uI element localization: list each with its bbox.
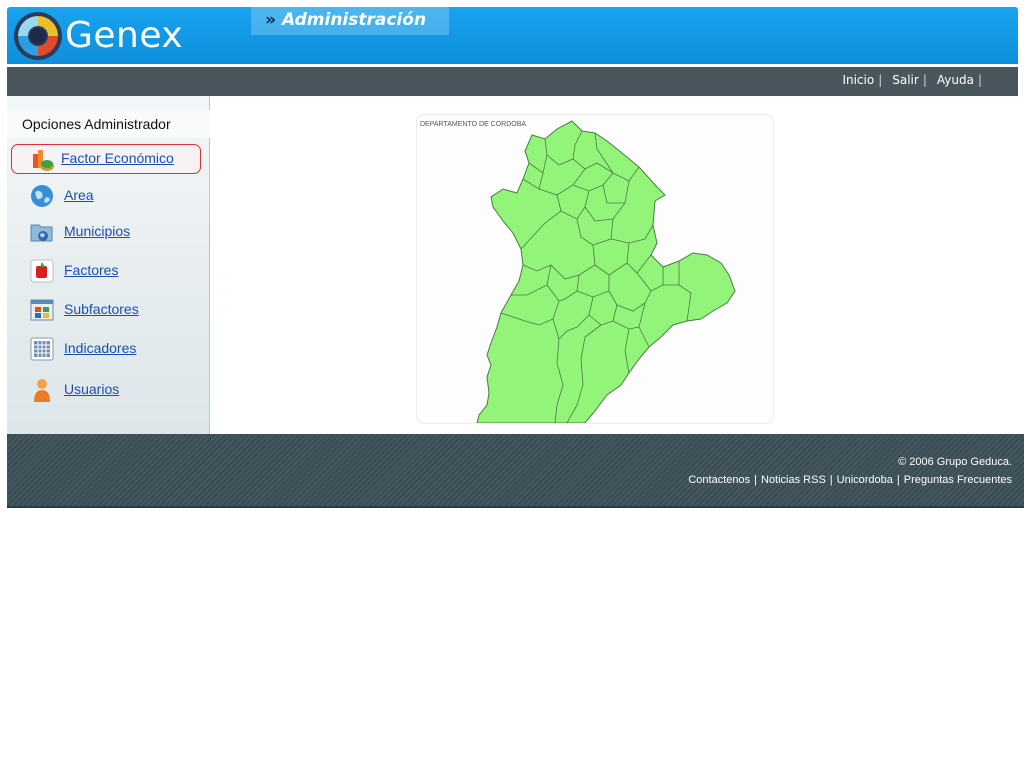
globe-icon [31, 185, 53, 207]
sidebar-item-label[interactable]: Indicadores [64, 340, 136, 356]
factor-economico-icon [33, 150, 54, 171]
calendar-grid-icon [30, 337, 54, 361]
section-title: Administración [281, 10, 427, 30]
map-title: DEPARTAMENTO DE CORDOBA [420, 121, 527, 128]
cordoba-map[interactable] [417, 115, 774, 424]
logo-text: Genex [65, 15, 184, 56]
user-icon [34, 379, 50, 402]
footer-separator: | [896, 474, 900, 486]
sidebar-title: Opciones Administrador [7, 110, 210, 138]
nav-link-salir[interactable]: Salir [892, 73, 919, 87]
footer-separator: | [754, 474, 757, 486]
sidebar-item-label[interactable]: Usuarios [64, 381, 119, 397]
header-banner: Genex » Administración [7, 7, 1018, 64]
main-content: DEPARTAMENTO DE CORDOBA [210, 96, 1018, 434]
nav-separator: | [977, 73, 982, 87]
footer-link-contactenos[interactable]: Contactenos [688, 474, 750, 486]
nav-link-inicio[interactable]: Inicio [842, 73, 874, 87]
top-nav-bar: Inicio | Salir | Ayuda | [7, 67, 1018, 96]
sidebar-item-label[interactable]: Municipios [64, 223, 130, 239]
sidebar-item-area[interactable]: Area [11, 181, 201, 211]
sidebar-item-subfactores[interactable]: Subfactores [11, 295, 201, 325]
sidebar-item-label[interactable]: Factores [64, 262, 118, 278]
top-nav-links: Inicio | Salir | Ayuda | [842, 73, 992, 87]
section-title-tab: » Administración [251, 7, 449, 35]
footer-link-noticias-rss[interactable]: Noticias RSS [761, 474, 826, 486]
sidebar-item-label[interactable]: Subfactores [64, 301, 139, 317]
section-arrow-icon: » [265, 10, 276, 30]
footer-separator: | [829, 474, 833, 486]
footer-link-unicordoba[interactable]: Unicordoba [837, 474, 893, 486]
nav-separator: | [878, 73, 883, 87]
folder-globe-icon [30, 224, 53, 242]
map-region-outline [476, 120, 736, 423]
sidebar-item-label[interactable]: Factor Económico [61, 150, 174, 166]
sidebar-item-municipios[interactable]: Municipios [11, 217, 201, 247]
admin-sidebar: Opciones Administrador Factor Económico … [7, 96, 210, 434]
footer: © 2006 Grupo Geduca. Contactenos | Noticia… [7, 434, 1024, 508]
window-grid-icon [30, 299, 54, 321]
genex-logo-icon [14, 12, 62, 60]
sidebar-item-label[interactable]: Area [64, 187, 94, 203]
sidebar-item-indicadores[interactable]: Indicadores [11, 334, 201, 364]
footer-link-preguntas-frecuentes[interactable]: Preguntas Frecuentes [904, 474, 1012, 486]
footer-links: Contactenos | Noticias RSS | Unicordoba | Preg… [688, 474, 1012, 486]
footer-copyright: © 2006 Grupo Geduca. [898, 456, 1012, 468]
factores-icon [30, 259, 54, 283]
map-panel: DEPARTAMENTO DE CORDOBA [416, 114, 774, 424]
sidebar-item-usuarios[interactable]: Usuarios [11, 375, 201, 405]
sidebar-item-factores[interactable]: Factores [11, 256, 201, 286]
nav-separator: | [922, 73, 927, 87]
sidebar-item-factor-economico[interactable]: Factor Económico [11, 144, 201, 174]
nav-link-ayuda[interactable]: Ayuda [937, 73, 974, 87]
